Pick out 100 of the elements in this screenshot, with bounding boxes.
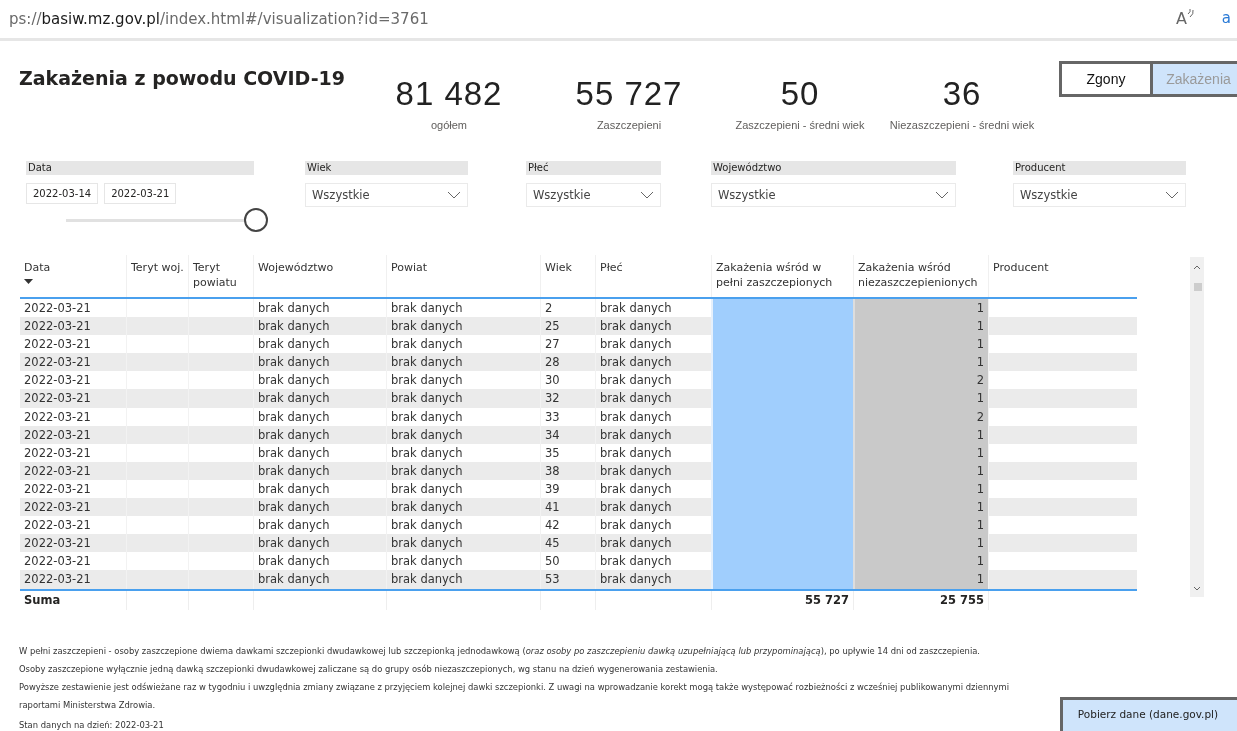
table-cell: brak danych (386, 498, 540, 517)
table-cell-text: 2022-03-21 (23, 444, 92, 462)
table-cell-text: 2022-03-21 (23, 354, 92, 372)
kpi-value: 50 (780, 75, 820, 113)
kpi-value: 36 (942, 75, 982, 113)
chevron-down-icon (1165, 191, 1179, 199)
table-cell-text: 2022-03-21 (23, 535, 92, 553)
page-button[interactable]: Zgony (1059, 61, 1153, 97)
table-cell: 35 (540, 443, 595, 462)
table-cell: 41 (540, 498, 595, 517)
table-cell: 1 (853, 552, 988, 571)
footnote-text: Powyższe zestawienie jest odświeżane raz w tygodniu i uwzględnia zmiany związane z przyjęciem kolejnej dawki szczepionki. Z uwagi na wprowadzanie korekt mogą także występować rozbieżności z wcześniej publikowanymi dziennymi raportami Ministerstwa Zdrowia. (19, 681, 1010, 712)
table-cell-text: 2022-03-21 (23, 408, 92, 426)
data-date-text: Stan danych na dzień: 2022-03-21 (19, 719, 165, 731)
table-cell: brak danych (253, 534, 386, 553)
scrollbar[interactable] (1190, 257, 1204, 597)
table-cell: 28 (540, 353, 595, 372)
filter-label: Wiek (305, 161, 468, 175)
table-cell: brak danych (386, 389, 540, 408)
table-cell-text: 2022-03-21 (23, 517, 92, 535)
table-cell-text: 2022-03-21 (23, 390, 92, 408)
table-cell: brak danych (253, 353, 386, 372)
table-cell: 33 (540, 407, 595, 426)
kpi-value: 81 482 (395, 75, 503, 113)
table-cell-text: 2022-03-21 (23, 426, 92, 444)
column-header[interactable]: Wiek (545, 260, 591, 275)
table-cell: 25 (540, 317, 595, 336)
scroll-up-icon[interactable] (1193, 265, 1201, 270)
filter-label: Płeć (526, 161, 661, 175)
footnote-text: W pełni zaszczepieni - osoby zaszczepione dwiema dawkami szczepionki dwudawkowej lub szczepionką jednodawkową (oraz osoby po zaszczepieniu dawką uzupełniającą lub przypominającą), po upływie 14 dni od zaszczepienia. (19, 645, 982, 658)
table-cell: brak danych (253, 461, 386, 480)
read-aloud-button[interactable]: A (1176, 9, 1195, 28)
filter-label: Województwo (711, 161, 956, 175)
table-cell-text: 2022-03-21 (23, 318, 92, 336)
url-text[interactable]: ps://basiw.mz.gov.pl/index.html#/visualization?id=3761 (9, 10, 429, 28)
table-cell: brak danych (386, 407, 540, 426)
total-cell: 25 755 (940, 592, 984, 607)
column-header[interactable]: Województwo (258, 260, 382, 275)
filter-dropdown[interactable]: Wszystkie (711, 183, 956, 207)
column-header[interactable]: Teryt woj. (131, 260, 184, 275)
table-cell: 32 (540, 389, 595, 408)
chevron-down-icon (640, 191, 654, 199)
filter-dropdown[interactable]: Wszystkie (305, 183, 468, 207)
table-cell-text: 2022-03-21 (23, 462, 92, 480)
column-header[interactable]: Data (24, 260, 122, 284)
table-cell: 45 (540, 534, 595, 553)
kpi-label: Niezaszczepieni - średni wiek (889, 119, 1035, 131)
report-title: Zakażenia z powodu COVID-19 (19, 67, 346, 91)
kpi-label: ogółem (430, 119, 468, 131)
table-cell: brak danych (386, 461, 540, 480)
table-cell: 38 (540, 461, 595, 480)
table-cell: brak danych (386, 443, 540, 462)
table-cell: 1 (853, 498, 988, 517)
kpi-label: Zaszczepieni - średni wiek (735, 119, 865, 131)
total-cell: 55 727 (805, 592, 849, 607)
scroll-down-icon[interactable] (1193, 586, 1201, 591)
kpi-label: Zaszczepieni (596, 119, 662, 131)
filter-label: Producent (1013, 161, 1186, 175)
download-button[interactable]: Pobierz dane (dane.gov.pl) (1060, 697, 1237, 731)
chevron-down-icon (447, 191, 461, 199)
filter-dropdown[interactable]: Wszystkie (1013, 183, 1186, 207)
column-header[interactable]: Powiat (391, 260, 536, 275)
table-cell: brak danych (386, 353, 540, 372)
filter-dropdown[interactable]: Wszystkie (526, 183, 661, 207)
column-header[interactable]: Zakażenia wśród w pełni zaszczepionych (716, 260, 849, 290)
table-cell: 34 (540, 425, 595, 444)
scroll-thumb[interactable] (1194, 283, 1202, 291)
column-header[interactable]: Zakażenia wśród niezaszczepienionych (858, 260, 984, 290)
table-cell-text: 2022-03-21 (23, 336, 92, 354)
table-cell-text: 2022-03-21 (23, 372, 92, 390)
column-header[interactable]: Producent (993, 260, 1133, 275)
date-from-field[interactable]: 2022-03-14 (26, 183, 99, 204)
table-cell: 1 (853, 534, 988, 553)
translate-button[interactable]: a (1221, 9, 1231, 27)
table-cell-text: 2022-03-21 (23, 480, 92, 498)
table-cell: brak danych (386, 570, 540, 589)
table-cell: brak danych (253, 389, 386, 408)
table-cell-text: 2022-03-21 (23, 300, 92, 317)
table-cell: brak danych (253, 425, 386, 444)
total-cell: Suma (24, 592, 61, 607)
table-cell: brak danych (253, 407, 386, 426)
table-cell-text: 2022-03-21 (23, 499, 92, 517)
column-header[interactable]: Płeć (600, 260, 707, 275)
table-cell: 53 (540, 570, 595, 589)
table-cell: brak danych (386, 534, 540, 553)
kpi-value: 55 727 (575, 75, 683, 113)
filter-label: Data (26, 161, 254, 175)
sort-down-icon[interactable] (24, 279, 33, 284)
table-cell: brak danych (253, 443, 386, 462)
table-cell-text: 2022-03-21 (23, 553, 92, 571)
table-cell: 1 (853, 570, 988, 589)
chevron-down-icon (935, 191, 949, 199)
footnote-text: Osoby zaszczepione wyłącznie jedną dawką szczepionki dwudawkowej zaliczane są do grupy osób niezaszczepionych, wg stanu na dzień wygenerowania zestawienia. (19, 663, 719, 676)
table-cell: 1 (853, 317, 988, 336)
slider-thumb[interactable] (244, 208, 268, 232)
table-cell-text: 2022-03-21 (23, 571, 92, 589)
table-cell: brak danych (386, 317, 540, 336)
column-header[interactable]: Teryt powiatu (193, 260, 249, 290)
date-to-field[interactable]: 2022-03-21 (104, 183, 177, 204)
sound-waves-icon (1187, 9, 1195, 19)
